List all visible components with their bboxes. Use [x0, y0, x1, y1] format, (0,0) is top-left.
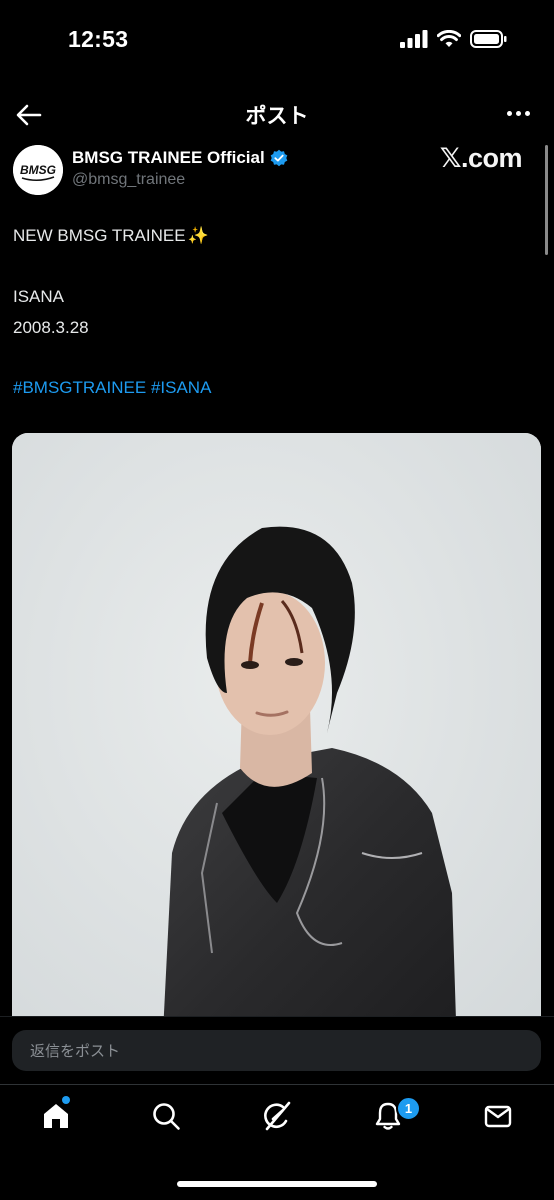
- home-unread-dot: [62, 1096, 70, 1104]
- mail-icon: [484, 1105, 512, 1128]
- post-text-line-1: NEW BMSG TRAINEE ✨: [13, 226, 209, 246]
- post-hashtags: #BMSGTRAINEE #ISANA: [13, 378, 211, 398]
- status-icons: [400, 30, 508, 48]
- portrait-photo: [12, 433, 541, 1053]
- post-image[interactable]: [12, 433, 541, 1053]
- page-title: ポスト: [245, 105, 309, 128]
- scroll-indicator[interactable]: [545, 145, 548, 255]
- bmsg-logo: BMSG: [13, 145, 63, 195]
- screen: 12:53 ポスト BMSG BMSG TRAINEE Official @bm…: [0, 0, 554, 1200]
- post-text-birthdate: 2008.3.28: [13, 318, 89, 337]
- reply-input[interactable]: 返信をポスト: [12, 1030, 541, 1071]
- hashtag-link[interactable]: #BMSGTRAINEE: [13, 378, 146, 397]
- author-name[interactable]: BMSG TRAINEE Official: [72, 148, 288, 168]
- author-handle[interactable]: @bmsg_trainee: [72, 171, 185, 189]
- hashtag-link[interactable]: #ISANA: [151, 378, 211, 397]
- tab-messages[interactable]: [480, 1098, 516, 1134]
- tab-home[interactable]: [38, 1098, 74, 1134]
- sparkles-emoji: ✨: [187, 226, 209, 245]
- svg-text:BMSG: BMSG: [20, 163, 56, 177]
- more-options-icon[interactable]: [507, 111, 530, 116]
- author-name-text: BMSG TRAINEE Official: [72, 148, 265, 167]
- status-time: 12:53: [68, 26, 129, 52]
- battery-icon: [470, 30, 507, 48]
- x-com-watermark: 𝕏.com: [439, 143, 523, 173]
- search-icon: [153, 1103, 180, 1130]
- post-text-name: ISANA: [13, 287, 65, 306]
- home-icon: [44, 1104, 68, 1128]
- tab-grok[interactable]: [259, 1098, 295, 1134]
- verified-badge-icon: [270, 149, 287, 167]
- post-text-headline: NEW BMSG TRAINEE: [13, 226, 186, 245]
- signal-icon: [400, 30, 428, 48]
- notification-badge: 1: [396, 1096, 421, 1121]
- home-indicator: [177, 1181, 377, 1187]
- tab-search[interactable]: [148, 1098, 184, 1134]
- wifi-icon: [437, 30, 461, 47]
- grok-icon: [264, 1101, 291, 1131]
- avatar[interactable]: BMSG: [13, 145, 63, 195]
